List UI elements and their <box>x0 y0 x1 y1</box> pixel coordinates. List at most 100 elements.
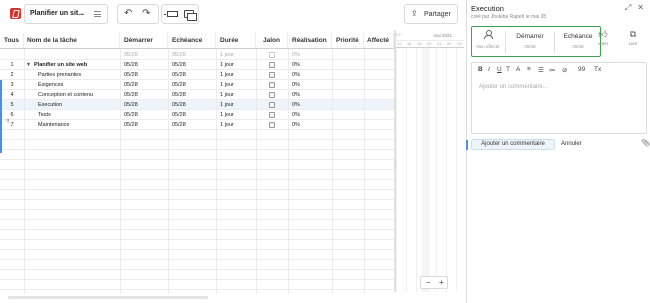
priority-cell[interactable] <box>332 80 364 89</box>
empty-row[interactable] <box>0 220 394 230</box>
task-name-cell[interactable]: Tests <box>24 110 120 119</box>
header-start[interactable]: Démarrer <box>120 33 168 48</box>
due-date-cell[interactable]: 05/28 <box>168 80 216 89</box>
project-select[interactable]: Planifier un sit... ⌄ <box>24 4 108 24</box>
empty-row[interactable] <box>0 250 394 260</box>
empty-row[interactable] <box>0 210 394 220</box>
bullet-list-icon[interactable]: ☰ <box>538 66 544 74</box>
underline-icon[interactable]: U <box>497 66 502 73</box>
text-size-icon[interactable]: T <box>506 66 510 73</box>
italic-icon[interactable]: I <box>488 66 490 73</box>
due-date-cell[interactable]: 05/28 <box>168 60 216 69</box>
row-number-cell[interactable]: 1 <box>0 60 24 69</box>
progress-cell[interactable]: 0% <box>288 70 332 79</box>
start-date-cell[interactable]: 05/28 <box>120 90 168 99</box>
start-date-field[interactable]: Démarrer 05/28 <box>506 27 554 56</box>
milestone-cell[interactable] <box>256 80 288 89</box>
due-date-cell[interactable]: 05/28 <box>168 90 216 99</box>
empty-row[interactable] <box>0 190 394 200</box>
horizontal-scrollbar[interactable] <box>8 296 208 299</box>
indent-icon[interactable] <box>184 10 197 21</box>
duration-cell[interactable]: 1 jour <box>216 100 256 109</box>
ordered-list-icon[interactable]: ≡ <box>527 66 531 73</box>
header-progress[interactable]: Réalisation <box>288 33 332 48</box>
task-name-cell[interactable] <box>24 50 120 59</box>
assigned-cell[interactable] <box>364 60 394 69</box>
attachment-icon[interactable]: 📎︎ <box>641 139 650 147</box>
table-row[interactable]: 3 Exigences 05/28 05/28 1 jour 0% <box>0 80 394 90</box>
empty-row[interactable] <box>0 260 394 270</box>
progress-cell[interactable]: 0% <box>288 60 332 69</box>
milestone-checkbox[interactable] <box>269 71 275 78</box>
start-date-cell[interactable]: 05/28 <box>120 110 168 119</box>
due-date-cell[interactable]: 05/28 <box>168 50 216 59</box>
start-date-cell[interactable]: 05/28 <box>120 60 168 69</box>
start-date-cell[interactable]: 05/28 <box>120 50 168 59</box>
table-row[interactable]: 2 Parties prenantes 05/28 05/28 1 jour 0% <box>0 70 394 80</box>
priority-cell[interactable] <box>332 60 364 69</box>
milestone-checkbox[interactable] <box>269 111 275 118</box>
header-all[interactable]: Tous <box>0 33 24 48</box>
assigned-cell[interactable] <box>364 100 394 109</box>
table-row[interactable]: 7 Maintenance 05/28 05/28 1 jour 0% <box>0 120 394 130</box>
vote-button[interactable]: 👍︎ Voter <box>591 29 615 46</box>
header-due[interactable]: Echéance <box>168 33 216 48</box>
task-name-cell[interactable]: Conception et contenu <box>24 90 120 99</box>
milestone-cell[interactable] <box>256 50 288 59</box>
empty-row[interactable] <box>0 150 394 160</box>
empty-row[interactable] <box>0 280 394 290</box>
row-number-cell[interactable]: 5 <box>0 100 24 109</box>
progress-cell[interactable]: 0% <box>288 120 332 129</box>
menu-icon[interactable] <box>94 11 101 17</box>
start-date-cell[interactable]: 05/28 <box>120 120 168 129</box>
header-milestone[interactable]: Jalon <box>256 33 288 48</box>
milestone-cell[interactable] <box>256 70 288 79</box>
empty-row[interactable] <box>0 270 394 280</box>
table-row[interactable]: 5 Execution 05/28 05/28 1 jour 0% <box>0 100 394 110</box>
milestone-cell[interactable] <box>256 120 288 129</box>
task-name-cell[interactable]: Execution <box>24 100 120 109</box>
milestone-checkbox[interactable] <box>269 51 275 58</box>
row-number-cell[interactable]: 6 <box>0 110 24 119</box>
milestone-checkbox[interactable] <box>269 91 275 98</box>
milestone-checkbox[interactable] <box>269 61 275 68</box>
milestone-checkbox[interactable] <box>269 121 275 128</box>
task-name-cell[interactable]: Maintenance <box>24 120 120 129</box>
zoom-out-button[interactable]: − <box>426 278 431 287</box>
task-name-cell[interactable]: Exigences <box>24 80 120 89</box>
assigned-cell[interactable] <box>364 80 394 89</box>
row-number-cell[interactable]: 3 <box>0 80 24 89</box>
clear-format-icon[interactable]: Tx <box>594 66 601 73</box>
priority-cell[interactable] <box>332 90 364 99</box>
undo-icon[interactable]: ↶ <box>124 8 132 19</box>
empty-row[interactable] <box>0 180 394 190</box>
expand-icon[interactable]: ⤢ <box>625 3 631 12</box>
duration-cell[interactable]: 1 jour <box>216 110 256 119</box>
comment-input[interactable]: Ajouter un commentaire... <box>479 84 548 90</box>
due-date-cell[interactable]: 05/28 <box>168 120 216 129</box>
duration-cell[interactable]: 1 jour <box>216 80 256 89</box>
zoom-in-button[interactable]: + <box>439 278 444 287</box>
progress-cell[interactable]: 0% <box>288 80 332 89</box>
assigned-cell[interactable] <box>364 120 394 129</box>
table-row[interactable]: 6 Tests 05/28 05/28 1 jour 0% <box>0 110 394 120</box>
priority-cell[interactable] <box>332 110 364 119</box>
progress-cell[interactable]: 0% <box>288 110 332 119</box>
empty-row[interactable] <box>0 230 394 240</box>
assigned-cell[interactable] <box>364 90 394 99</box>
empty-row[interactable] <box>0 130 394 140</box>
close-icon[interactable]: ✕ <box>637 3 644 12</box>
row-number-cell[interactable]: 4 <box>0 90 24 99</box>
duration-cell[interactable]: 1 jour <box>216 90 256 99</box>
chevron-down-icon[interactable]: ⌄ <box>79 9 85 17</box>
row-number-cell[interactable] <box>0 50 24 59</box>
header-duration[interactable]: Durée <box>216 33 256 48</box>
empty-row[interactable] <box>0 140 394 150</box>
align-icon[interactable]: ≔ <box>549 66 556 74</box>
milestone-cell[interactable] <box>256 100 288 109</box>
assigned-cell[interactable] <box>364 70 394 79</box>
start-date-cell[interactable]: 05/28 <box>120 100 168 109</box>
duration-cell[interactable]: 1 jour <box>216 60 256 69</box>
quote-icon[interactable]: 99 <box>578 66 585 73</box>
redo-icon[interactable]: ↷ <box>142 8 150 19</box>
